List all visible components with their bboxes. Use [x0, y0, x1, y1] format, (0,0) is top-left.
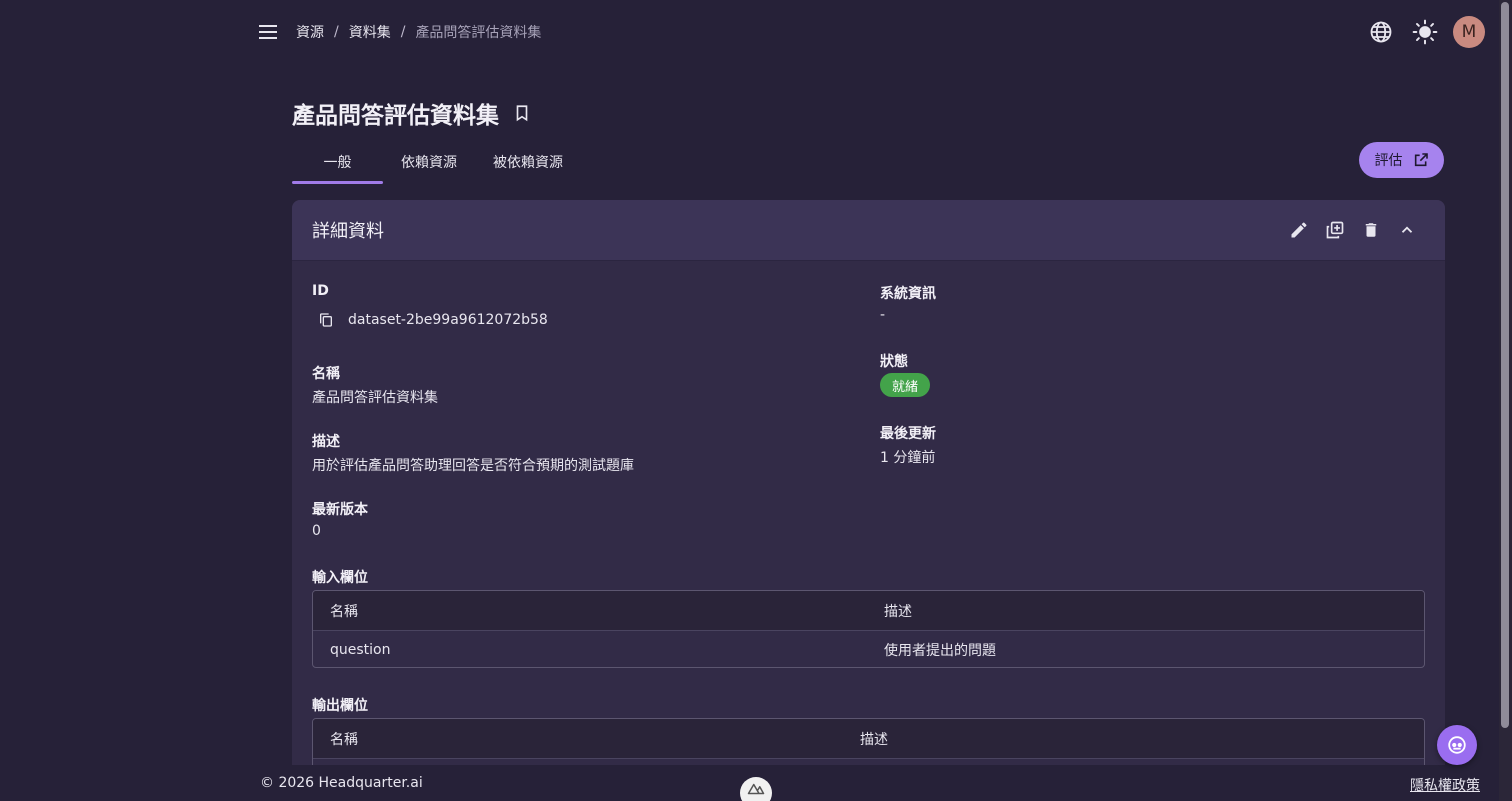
breadcrumb-separator: / [334, 24, 339, 40]
column-header-name: 名稱 [330, 603, 358, 620]
breadcrumb-resources[interactable]: 資源 [296, 22, 324, 42]
system-info-label: 系統資訊 [880, 286, 936, 302]
privacy-link[interactable]: 隱私權政策 [1410, 775, 1480, 795]
title-row: 產品問答評估資料集 [292, 96, 531, 130]
details-card: 詳細資料 ID dataset-2be99a9612072b58 名稱 產品問答… [292, 200, 1445, 765]
name-label: 名稱 [312, 366, 340, 382]
delete-icon[interactable] [1359, 218, 1383, 242]
scrollbar[interactable] [1499, 0, 1512, 801]
tab-label: 被依賴資源 [493, 155, 563, 171]
breadcrumb-separator: / [400, 24, 406, 40]
name-value: 產品問答評估資料集 [312, 390, 438, 406]
id-row: dataset-2be99a9612072b58 [316, 310, 548, 330]
sun-icon[interactable] [1411, 18, 1439, 46]
system-info-value: - [880, 307, 886, 323]
tab-label: 依賴資源 [401, 155, 457, 171]
breadcrumb: 資源 / 資料集 / 產品問答評估資料集 [296, 22, 541, 42]
description-value: 用於評估產品問答助理回答是否符合預期的測試題庫 [312, 458, 634, 474]
bookmark-icon[interactable] [513, 104, 531, 122]
id-value: dataset-2be99a9612072b58 [348, 312, 548, 328]
avatar[interactable]: M [1453, 16, 1485, 48]
table-row: question 使用者提出的問題 [313, 631, 1424, 667]
output-fields-table: 名稱 描述 [312, 718, 1425, 765]
tab-dependents[interactable]: 被依賴資源 [475, 140, 581, 184]
last-updated-value: 1 分鐘前 [880, 450, 936, 466]
id-label: ID [312, 283, 329, 299]
footer: © 2026 Headquarter.ai 隱私權政策 [0, 765, 1499, 801]
column-header-description: 描述 [860, 731, 888, 748]
nuxt-logo-icon[interactable] [740, 777, 772, 801]
tab-label: 一般 [323, 155, 352, 171]
input-fields-table: 名稱 描述 question 使用者提出的問題 [312, 590, 1425, 668]
page-title: 產品問答評估資料集 [292, 103, 499, 129]
evaluate-button-label: 評估 [1374, 153, 1403, 169]
scrollbar-thumb[interactable] [1501, 2, 1509, 728]
table-header: 名稱 描述 [313, 719, 1424, 759]
tab-dependencies[interactable]: 依賴資源 [383, 140, 475, 184]
breadcrumb-datasets[interactable]: 資料集 [349, 22, 391, 42]
latest-version-value: 0 [312, 523, 321, 539]
details-title: 詳細資料 [312, 221, 384, 242]
column-header-name: 名稱 [330, 731, 358, 748]
field-description-cell: 使用者提出的問題 [884, 643, 996, 659]
app-page: 資源 / 資料集 / 產品問答評估資料集 M 產品問答評估資料集 一般 依賴資源… [0, 0, 1512, 801]
latest-version-label: 最新版本 [312, 502, 368, 518]
status-label: 狀態 [880, 354, 908, 370]
evaluate-button[interactable]: 評估 [1359, 142, 1444, 178]
description-label: 描述 [312, 434, 340, 450]
column-header-description: 描述 [884, 603, 912, 620]
duplicate-icon[interactable] [1323, 218, 1347, 242]
breadcrumb-current: 產品問答評估資料集 [415, 25, 542, 41]
field-name-cell: question [330, 642, 391, 658]
output-fields-label: 輸出欄位 [312, 698, 368, 714]
details-actions [1287, 218, 1419, 242]
menu-icon[interactable] [256, 20, 280, 44]
copy-icon[interactable] [316, 310, 336, 330]
copyright: © 2026 Headquarter.ai [260, 775, 423, 791]
tabs: 一般 依賴資源 被依賴資源 [292, 140, 581, 184]
status-badge: 就緒 [880, 373, 931, 397]
collapse-icon[interactable] [1395, 218, 1419, 242]
input-fields-label: 輸入欄位 [312, 570, 368, 586]
details-card-header[interactable]: 詳細資料 [292, 200, 1445, 261]
top-bar: 資源 / 資料集 / 產品問答評估資料集 M [0, 0, 1500, 64]
open-in-new-icon [1413, 152, 1429, 168]
globe-icon[interactable] [1367, 18, 1395, 46]
last-updated-label: 最後更新 [880, 426, 936, 442]
edit-icon[interactable] [1287, 218, 1311, 242]
tab-general[interactable]: 一般 [292, 140, 383, 184]
assistant-chat-button[interactable] [1437, 725, 1477, 765]
table-header: 名稱 描述 [313, 591, 1424, 631]
